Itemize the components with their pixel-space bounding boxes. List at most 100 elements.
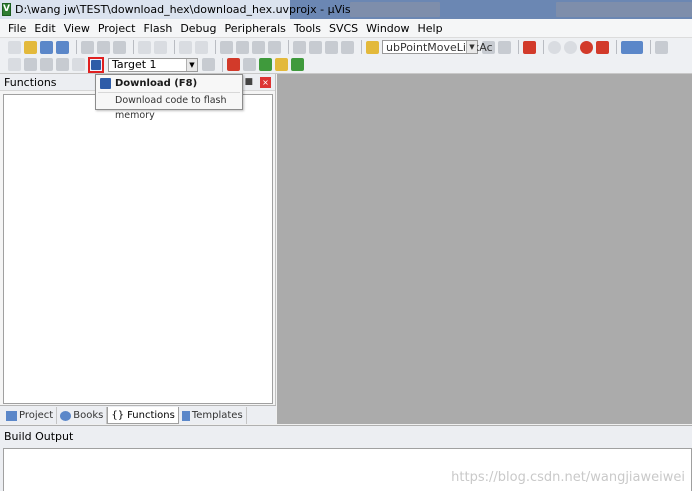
comment-icon[interactable] <box>325 40 338 54</box>
uncomment-icon[interactable] <box>341 40 354 54</box>
open-file-icon[interactable] <box>24 40 37 54</box>
function-combo[interactable]: ubPointMoveLinkAc ▼ <box>382 40 493 54</box>
menu-tools[interactable]: Tools <box>290 22 325 35</box>
paste-icon[interactable] <box>113 40 126 54</box>
clear-bookmarks-icon[interactable] <box>268 40 281 54</box>
enable-breakpoint-icon[interactable] <box>564 40 577 54</box>
file-extensions-icon[interactable] <box>227 58 240 71</box>
select-software-packs-icon[interactable] <box>291 58 304 71</box>
configure-icon[interactable] <box>655 40 668 54</box>
window-title: D:\wang jw\TEST\download_hex\download_he… <box>14 3 368 16</box>
batch-build-icon[interactable] <box>56 58 69 71</box>
navigate-back-icon[interactable] <box>179 40 192 54</box>
file-toolbar: ubPointMoveLinkAc ▼ <box>0 38 692 56</box>
menu-debug[interactable]: Debug <box>176 22 220 35</box>
toolbar-separator <box>76 40 77 54</box>
find-in-files-icon[interactable] <box>366 40 379 54</box>
navigate-forward-icon[interactable] <box>195 40 208 54</box>
save-all-icon[interactable] <box>56 40 69 54</box>
menu-window[interactable]: Window <box>362 22 413 35</box>
toolbar-separator <box>174 40 175 54</box>
pack-installer-icon[interactable] <box>259 58 272 71</box>
new-file-icon[interactable] <box>8 40 21 54</box>
copy-icon[interactable] <box>97 40 110 54</box>
toolbar-separator <box>222 57 223 72</box>
download-tooltip: Download (F8) Download code to flash mem… <box>95 74 243 121</box>
menu-flash[interactable]: Flash <box>139 22 176 35</box>
disable-breakpoint-icon[interactable] <box>580 40 593 54</box>
toolbar-separator <box>650 40 651 54</box>
tab-functions[interactable]: {} Functions <box>107 407 179 424</box>
bookmark-icon[interactable] <box>220 40 233 54</box>
manage-components-icon[interactable] <box>243 58 256 71</box>
title-bar: V D:\wang jw\TEST\download_hex\download_… <box>0 0 692 19</box>
tooltip-title: Download (F8) <box>115 78 198 89</box>
templates-icon <box>181 410 190 421</box>
incremental-find-icon[interactable] <box>498 40 511 54</box>
tooltip-title-row: Download (F8) <box>96 75 242 92</box>
build-icon[interactable] <box>24 58 37 71</box>
tab-project-label: Project <box>19 410 54 421</box>
menu-edit[interactable]: Edit <box>30 22 59 35</box>
background-window-tab[interactable] <box>350 2 440 17</box>
panel-tab-bar: Project Books {} Functions Templates <box>0 405 276 424</box>
books-icon <box>60 410 72 421</box>
functions-panel: Functions ■ × Project Books {} Functions… <box>0 74 276 424</box>
window-layout-icon[interactable] <box>621 40 643 54</box>
unindent-icon[interactable] <box>309 40 322 54</box>
toolbar-separator <box>543 40 544 54</box>
watermark: https://blog.csdn.net/wangjiaweiwei <box>451 470 685 485</box>
menu-svcs[interactable]: SVCS <box>325 22 362 35</box>
target-select[interactable]: Target 1 ▼ <box>108 57 198 72</box>
download-button[interactable] <box>88 56 104 73</box>
background-window-tab[interactable] <box>556 2 692 17</box>
toolbar-separator <box>215 40 216 54</box>
toolbar-separator <box>133 40 134 54</box>
cut-icon[interactable] <box>81 40 94 54</box>
pin-icon[interactable]: ■ <box>244 77 253 87</box>
menu-file[interactable]: File <box>4 22 30 35</box>
close-icon[interactable]: × <box>260 77 271 88</box>
tab-templates[interactable]: Templates <box>179 407 247 424</box>
redo-icon[interactable] <box>154 40 167 54</box>
breakpoint-icon[interactable] <box>548 40 561 54</box>
chevron-down-icon[interactable]: ▼ <box>466 41 477 53</box>
debug-session-icon[interactable] <box>523 40 536 54</box>
indent-icon[interactable] <box>293 40 306 54</box>
menu-peripherals[interactable]: Peripherals <box>221 22 290 35</box>
menu-project[interactable]: Project <box>94 22 140 35</box>
menu-view[interactable]: View <box>60 22 94 35</box>
chevron-down-icon[interactable]: ▼ <box>186 58 197 71</box>
build-output-text[interactable]: https://blog.csdn.net/wangjiaweiwei <box>3 448 692 491</box>
menu-help[interactable]: Help <box>414 22 447 35</box>
kill-breakpoints-icon[interactable] <box>596 40 609 54</box>
tab-books-label: Books <box>73 410 104 421</box>
download-icon <box>91 59 101 70</box>
window-title-area: V D:\wang jw\TEST\download_hex\download_… <box>0 0 374 19</box>
stop-build-icon[interactable] <box>72 58 85 71</box>
save-icon[interactable] <box>40 40 53 54</box>
toolbar-separator <box>288 40 289 54</box>
tab-functions-label: Functions <box>127 409 175 421</box>
functions-icon: {} <box>111 409 125 421</box>
uvision-app-icon: V <box>2 3 11 16</box>
build-toolbar: Target 1 ▼ <box>0 56 692 74</box>
tab-books[interactable]: Books <box>57 407 108 424</box>
toolbar-separator <box>616 40 617 54</box>
functions-panel-title: Functions <box>4 75 57 89</box>
run-time-environment-icon[interactable] <box>275 58 288 71</box>
menu-bar: File Edit View Project Flash Debug Perip… <box>0 19 692 38</box>
next-bookmark-icon[interactable] <box>252 40 265 54</box>
rebuild-icon[interactable] <box>40 58 53 71</box>
target-select-value: Target 1 <box>112 58 157 71</box>
build-output-title: Build Output <box>4 429 74 443</box>
build-output-panel: Build Output https://blog.csdn.net/wangj… <box>0 425 692 491</box>
editor-area[interactable] <box>277 74 692 424</box>
functions-list[interactable] <box>3 94 273 404</box>
tooltip-description: Download code to flash memory <box>98 92 240 121</box>
translate-icon[interactable] <box>8 58 21 71</box>
undo-icon[interactable] <box>138 40 151 54</box>
prev-bookmark-icon[interactable] <box>236 40 249 54</box>
target-options-icon[interactable] <box>202 58 215 71</box>
tab-project[interactable]: Project <box>3 407 58 424</box>
